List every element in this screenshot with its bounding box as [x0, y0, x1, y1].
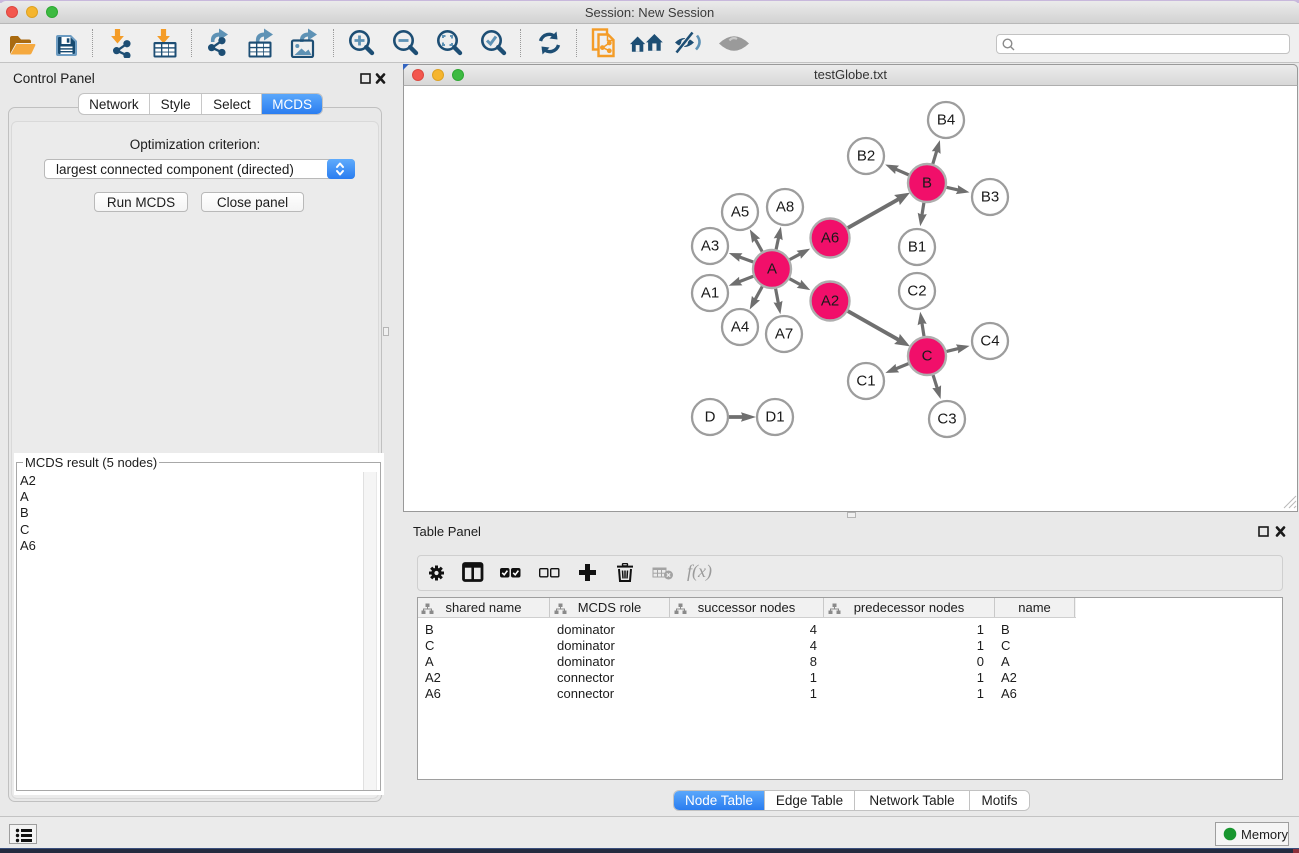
svg-text:A4: A4 — [731, 319, 749, 336]
svg-text:A2: A2 — [821, 293, 839, 310]
svg-text:B: B — [922, 175, 932, 192]
svg-text:C1: C1 — [856, 373, 875, 390]
svg-text:C2: C2 — [907, 283, 926, 300]
svg-text:C3: C3 — [937, 411, 956, 428]
svg-text:A7: A7 — [775, 326, 793, 343]
svg-text:A: A — [767, 261, 777, 278]
svg-text:A3: A3 — [701, 238, 719, 255]
svg-text:A6: A6 — [821, 230, 839, 247]
svg-text:B2: B2 — [857, 148, 875, 165]
svg-text:B4: B4 — [937, 112, 955, 129]
svg-text:C4: C4 — [980, 333, 999, 350]
svg-text:B3: B3 — [981, 189, 999, 206]
svg-text:A8: A8 — [776, 199, 794, 216]
svg-text:C: C — [922, 348, 933, 365]
svg-text:A1: A1 — [701, 285, 719, 302]
svg-text:D1: D1 — [765, 409, 784, 426]
svg-text:D: D — [705, 409, 716, 426]
svg-text:B1: B1 — [908, 239, 926, 256]
svg-text:A5: A5 — [731, 204, 749, 221]
